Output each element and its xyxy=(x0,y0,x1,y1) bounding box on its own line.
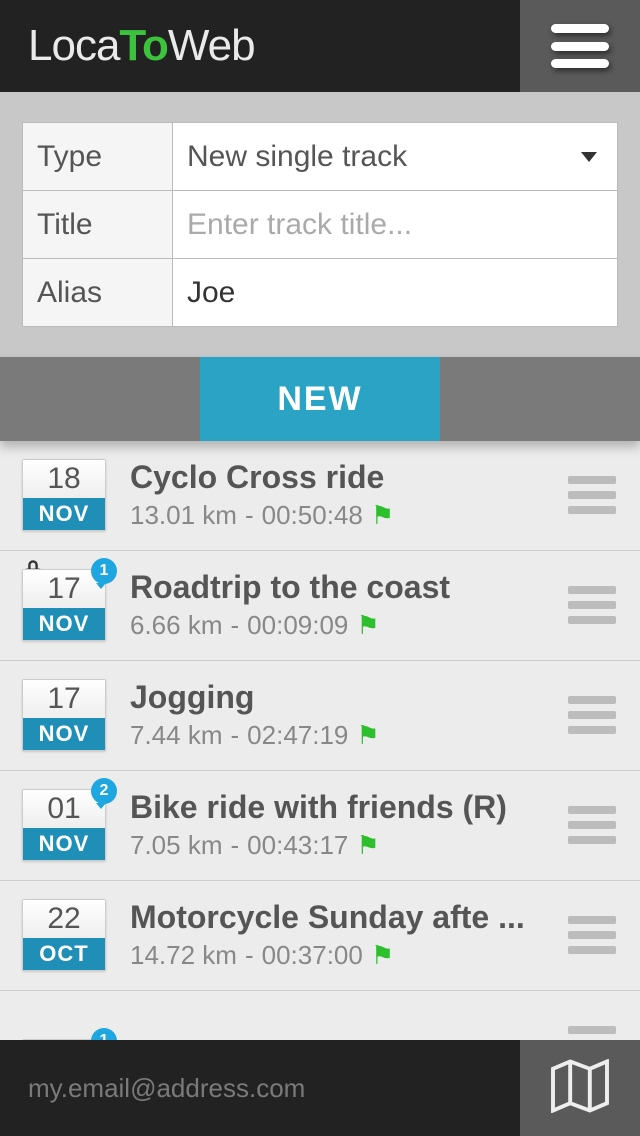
track-distance: 7.05 km xyxy=(130,830,223,861)
track-info: Roadtrip to the coast 6.66 km - 00:09:09… xyxy=(106,569,566,641)
track-stats: 6.66 km - 00:09:09 ⚑ xyxy=(130,610,566,641)
comment-badge: 2 xyxy=(91,778,117,804)
track-title: Motorcycle Sunday afte ... xyxy=(130,899,566,936)
comment-badge: 1 xyxy=(91,1028,117,1041)
track-row[interactable]: 17 NOV Jogging 7.44 km - 02:47:19 ⚑ xyxy=(0,661,640,771)
logo-part-3: Web xyxy=(168,21,255,70)
drag-handle-icon[interactable] xyxy=(566,586,618,624)
drag-handle-icon[interactable] xyxy=(566,696,618,734)
track-stats: 7.44 km - 02:47:19 ⚑ xyxy=(130,720,566,751)
logo-part-2: To xyxy=(119,21,168,70)
new-button-label: NEW xyxy=(277,380,362,419)
track-row[interactable]: 1 17 NOV Roadtrip to the coast 6.66 km -… xyxy=(0,551,640,661)
track-title: Bike ride with friends (R) xyxy=(130,789,566,826)
date-month: NOV xyxy=(23,608,105,640)
track-distance: 6.66 km xyxy=(130,610,223,641)
track-duration: 00:43:17 xyxy=(247,830,348,861)
track-title: Jogging xyxy=(130,679,566,716)
map-button[interactable] xyxy=(520,1040,640,1136)
connection-status[interactable] xyxy=(0,357,200,441)
date-month: NOV xyxy=(23,718,105,750)
track-distance: 14.72 km xyxy=(130,940,237,971)
track-duration: 00:50:48 xyxy=(262,500,363,531)
drag-handle-icon[interactable] xyxy=(566,806,618,844)
track-stats: 14.72 km - 00:37:00 ⚑ xyxy=(130,940,566,971)
track-info: Bike ride with friends (R) 7.05 km - 00:… xyxy=(106,789,566,861)
type-value: New single track xyxy=(187,140,407,174)
track-title: Cyclo Cross ride xyxy=(130,459,566,496)
comment-badge: 1 xyxy=(91,558,117,584)
track-row[interactable]: 1 xyxy=(0,991,640,1040)
date-month: NOV xyxy=(23,828,105,860)
date-day: 22 xyxy=(23,900,105,938)
date-badge: 18 NOV xyxy=(22,459,106,531)
flag-icon: ⚑ xyxy=(356,720,379,751)
app-logo: LocaToWeb xyxy=(0,21,520,71)
user-email[interactable]: my.email@address.com xyxy=(0,1073,520,1104)
date-month: OCT xyxy=(23,938,105,970)
flag-icon: ⚑ xyxy=(371,940,394,971)
track-distance: 13.01 km xyxy=(130,500,237,531)
track-row[interactable]: 18 NOV Cyclo Cross ride 13.01 km - 00:50… xyxy=(0,441,640,551)
app-header: LocaToWeb xyxy=(0,0,640,92)
date-day: 17 xyxy=(23,680,105,718)
new-track-form: Type New single track Title Alias xyxy=(0,92,640,357)
date-month: NOV xyxy=(23,498,105,530)
type-label: Type xyxy=(23,123,173,191)
track-duration: 02:47:19 xyxy=(247,720,348,751)
flag-icon: ⚑ xyxy=(371,500,394,531)
track-stats: 7.05 km - 00:43:17 ⚑ xyxy=(130,830,566,861)
hamburger-icon xyxy=(551,24,609,68)
track-title: Roadtrip to the coast xyxy=(130,569,566,606)
track-list[interactable]: 18 NOV Cyclo Cross ride 13.01 km - 00:50… xyxy=(0,441,640,1040)
alias-input[interactable] xyxy=(187,276,603,310)
chevron-down-icon xyxy=(581,152,597,162)
track-duration: 00:09:09 xyxy=(247,610,348,641)
new-button[interactable]: NEW xyxy=(200,357,440,441)
flag-icon: ⚑ xyxy=(356,610,379,641)
date-badge: 17 NOV xyxy=(22,679,106,751)
menu-button[interactable] xyxy=(520,0,640,92)
flag-icon: ⚑ xyxy=(356,830,379,861)
title-input[interactable] xyxy=(187,208,603,242)
app-footer: my.email@address.com xyxy=(0,1040,640,1136)
type-select[interactable]: New single track xyxy=(173,123,618,191)
title-label: Title xyxy=(23,191,173,259)
date-badge: 1 17 NOV xyxy=(22,569,106,641)
track-distance: 7.44 km xyxy=(130,720,223,751)
date-badge: 22 OCT xyxy=(22,899,106,971)
track-stats: 13.01 km - 00:50:48 ⚑ xyxy=(130,500,566,531)
track-row[interactable]: 2 01 NOV Bike ride with friends (R) 7.05… xyxy=(0,771,640,881)
action-bar: NEW xyxy=(0,357,640,441)
track-duration: 00:37:00 xyxy=(262,940,363,971)
track-info: Motorcycle Sunday afte ... 14.72 km - 00… xyxy=(106,899,566,971)
drag-handle-icon[interactable] xyxy=(566,916,618,954)
alias-label: Alias xyxy=(23,259,173,327)
logo-part-1: Loca xyxy=(28,21,119,70)
drag-handle-icon[interactable] xyxy=(566,476,618,514)
track-row[interactable]: 22 OCT Motorcycle Sunday afte ... 14.72 … xyxy=(0,881,640,991)
date-day: 18 xyxy=(23,460,105,498)
track-info: Jogging 7.44 km - 02:47:19 ⚑ xyxy=(106,679,566,751)
drag-handle-icon[interactable] xyxy=(566,1026,618,1041)
track-info: Cyclo Cross ride 13.01 km - 00:50:48 ⚑ xyxy=(106,459,566,531)
map-icon xyxy=(550,1059,610,1118)
date-badge: 2 01 NOV xyxy=(22,789,106,861)
date-badge: 1 xyxy=(22,1039,106,1041)
